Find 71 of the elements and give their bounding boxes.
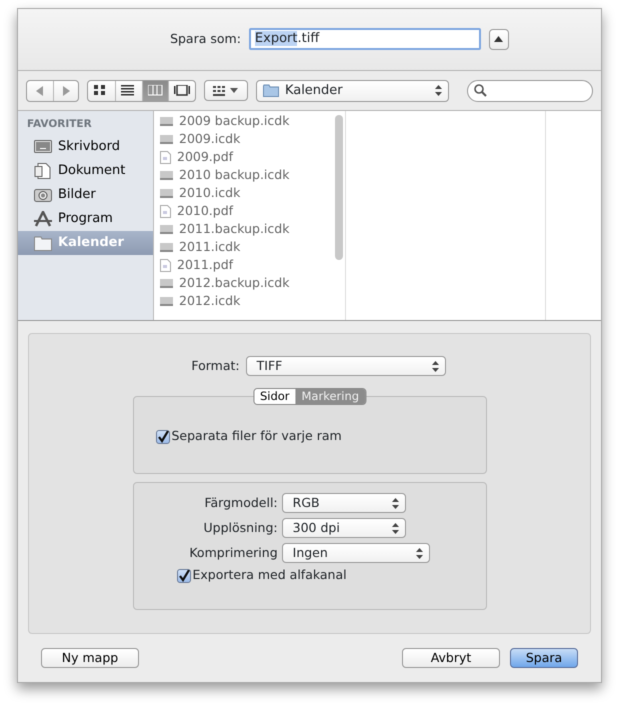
checkbox[interactable]	[156, 430, 170, 444]
scrollbar-thumb[interactable]	[335, 115, 343, 260]
checkbox-label: Separata filer för varje ram	[172, 427, 342, 446]
pdf-file-icon	[160, 258, 171, 272]
updown-arrows-icon	[392, 522, 399, 534]
caret-up-icon	[494, 36, 504, 42]
file-item[interactable]: 2009.pdf	[154, 148, 333, 166]
disk-image-icon	[160, 116, 173, 126]
file-item[interactable]: 2009.icdk	[154, 130, 333, 148]
tab[interactable]: Sidor	[254, 389, 296, 404]
disk-image-icon	[160, 296, 173, 306]
folder-icon	[262, 84, 279, 98]
camera-icon	[34, 187, 52, 204]
dialog-button[interactable]: Avbryt	[402, 648, 500, 668]
setting-popup[interactable]: Ingen	[282, 543, 430, 564]
navigation-control[interactable]	[26, 80, 80, 102]
disk-image-icon	[160, 134, 173, 144]
caret-icon	[230, 88, 238, 94]
search-icon	[474, 84, 487, 98]
disk-image-icon	[160, 188, 173, 198]
back-icon	[35, 86, 44, 96]
list-icon	[120, 85, 137, 96]
file-item[interactable]: 2012.icdk	[154, 292, 333, 310]
file-item[interactable]: 2010 backup.icdk	[154, 166, 333, 184]
disk-image-icon	[160, 278, 173, 288]
document-icon	[34, 163, 52, 180]
save-as-label: Spara som:	[170, 30, 241, 48]
file-item[interactable]: 2010.icdk	[154, 184, 333, 202]
file-item[interactable]: 2011.pdf	[154, 256, 333, 274]
setting-label: Komprimering	[189, 544, 278, 562]
setting-label: Färgmodell:	[203, 494, 278, 512]
disk-image-icon	[160, 170, 173, 180]
sidebar-item[interactable]: Dokument	[18, 159, 153, 184]
sidebar-item[interactable]: Skrivbord	[18, 135, 153, 160]
view-mode-control[interactable]	[87, 80, 196, 102]
disk-image-icon	[160, 242, 173, 252]
checkbox[interactable]	[176, 568, 190, 583]
updown-arrows-icon	[392, 498, 399, 509]
folder-icon	[34, 235, 52, 252]
arrange-button[interactable]	[204, 80, 248, 102]
setting-label: Upplösning:	[202, 518, 278, 537]
monitor-icon	[34, 139, 52, 156]
filename-field[interactable]: Export.tiff	[248, 28, 481, 50]
file-item[interactable]: 2011.icdk	[154, 238, 333, 256]
file-item[interactable]: 2012.backup.icdk	[154, 274, 333, 292]
arrange-icon	[213, 86, 226, 96]
save-button[interactable]: Spara	[510, 648, 578, 668]
setting-popup[interactable]: 300 dpi	[282, 518, 406, 538]
dialog-button[interactable]: Ny mapp	[41, 648, 139, 668]
sidebar-item[interactable]: Bilder	[18, 183, 153, 208]
format-label: Format:	[191, 356, 240, 375]
search-field[interactable]	[466, 80, 593, 102]
checkbox-label: Exportera med alfakanal	[192, 566, 347, 584]
file-item[interactable]: 2010.pdf	[154, 202, 333, 220]
pdf-file-icon	[160, 150, 171, 164]
updown-arrows-icon	[434, 85, 442, 96]
format-popup[interactable]: TIFF	[246, 356, 446, 376]
columns-icon	[148, 85, 164, 96]
sidebar-heading: FAVORITER	[26, 117, 93, 132]
updown-arrows-icon	[416, 548, 423, 559]
disk-image-icon	[160, 224, 173, 234]
setting-popup[interactable]: RGB	[282, 493, 406, 514]
updown-arrows-icon	[432, 360, 439, 372]
file-item[interactable]: 2011.backup.icdk	[154, 220, 333, 238]
file-item[interactable]: 2009 backup.icdk	[154, 112, 333, 130]
forward-icon	[62, 86, 71, 96]
location-popup[interactable]: Kalender	[256, 80, 449, 102]
pdf-file-icon	[160, 204, 171, 218]
expand-button[interactable]	[488, 28, 509, 50]
sidebar-item[interactable]: Program	[18, 207, 153, 232]
cover-flow-icon	[174, 85, 190, 96]
